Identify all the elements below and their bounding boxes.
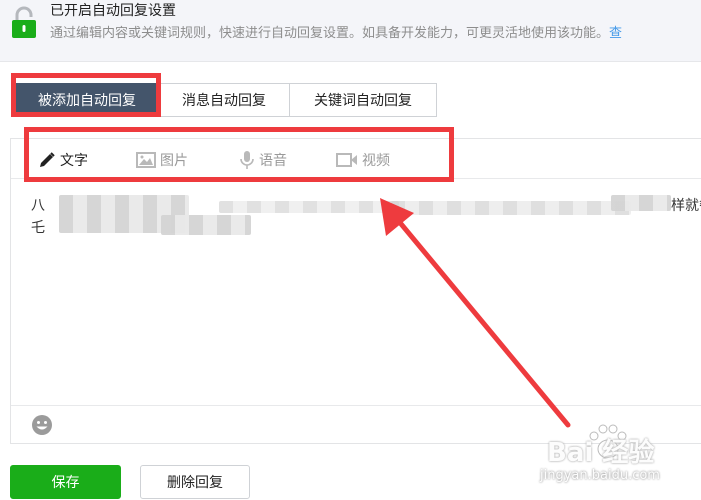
watermark-url: jingyan.baidu.com (540, 468, 660, 483)
baidu-watermark: Bai 经验 jingyan.baidu.com (540, 418, 700, 498)
watermark-brand: Bai 经验 (547, 438, 655, 468)
